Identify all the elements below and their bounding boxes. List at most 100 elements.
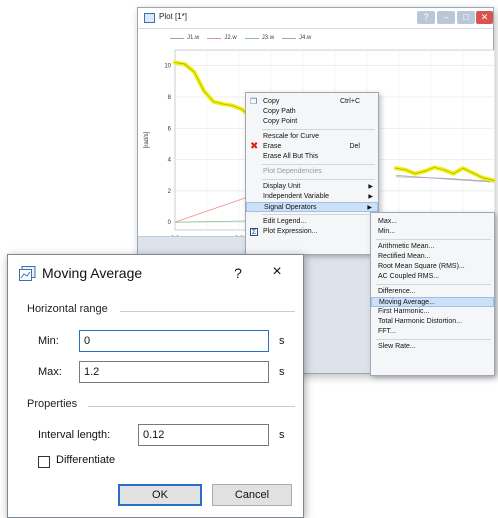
menu-item-plot-expression[interactable]: Plot Expression... Σ <box>246 227 378 237</box>
menu-item-rectified-mean[interactable]: Rectified Mean... <box>371 252 494 262</box>
max-input[interactable]: 1.2 <box>79 361 269 383</box>
min-unit: s <box>279 335 285 347</box>
menu-item-copy[interactable]: Copy Ctrl+C ❐ <box>246 97 378 107</box>
menu-item-slew-rate[interactable]: Slew Rate... <box>371 342 494 352</box>
properties-group-label: Properties <box>27 398 82 410</box>
plot-title: Plot [1*] <box>159 12 188 21</box>
y-tick-label: 2 <box>168 189 172 195</box>
menu-item-erase-all-but-this[interactable]: Erase All But This <box>246 152 378 162</box>
menu-item-independent-variable[interactable]: Independent Variable ▶ <box>246 192 378 202</box>
menu-item-total-harmonic-distortion[interactable]: Total Harmonic Distortion... <box>371 317 494 327</box>
menu-item-label: AC Coupled RMS... <box>378 273 440 280</box>
chevron-right-icon: ▶ <box>368 194 373 200</box>
ok-button[interactable]: OK <box>118 484 202 506</box>
legend-swatch <box>207 37 222 39</box>
menu-item-erase[interactable]: Erase Del ✖ <box>246 142 378 152</box>
copy-icon: ❐ <box>250 97 258 106</box>
menu-item-label: Arithmetic Mean... <box>378 243 435 250</box>
y-tick-label: 8 <box>168 95 172 101</box>
menu-item-label: Plot Expression... <box>263 228 318 235</box>
legend-item[interactable]: J4.w <box>282 35 311 41</box>
menu-item-signal-operators[interactable]: Signal Operators ▶ <box>246 202 378 212</box>
menu-item-max[interactable]: Max... <box>371 217 494 227</box>
min-label: Min: <box>38 335 59 347</box>
legend-swatch <box>170 37 184 39</box>
menu-item-label: Edit Legend... <box>263 218 307 225</box>
close-button[interactable]: ✕ <box>476 11 493 24</box>
plot-window-icon <box>144 13 155 23</box>
menu-item-label: Copy Path <box>263 108 296 115</box>
menu-item-edit-legend[interactable]: Edit Legend... <box>246 217 378 227</box>
y-tick-label: 6 <box>168 126 172 132</box>
menu-item-shortcut: Del <box>349 143 360 150</box>
menu-separator <box>376 239 491 240</box>
menu-separator <box>376 284 491 285</box>
legend-item[interactable]: J2.w <box>207 35 237 41</box>
menu-item-label: Rescale for Curve <box>263 133 320 140</box>
menu-item-plot-dependencies: Plot Dependencies <box>246 167 378 177</box>
menu-item-label: Copy Point <box>263 118 298 125</box>
chevron-right-icon: ▶ <box>368 184 373 190</box>
differentiate-label[interactable]: Differentiate <box>56 454 115 466</box>
menu-separator <box>262 179 375 180</box>
menu-item-label: Root Mean Square (RMS)... <box>378 263 465 270</box>
legend-label: J4.w <box>299 35 312 41</box>
legend-swatch <box>244 37 259 39</box>
legend-label: J1.w <box>187 35 200 41</box>
menu-item-label: Difference... <box>378 288 416 295</box>
interval-length-input[interactable]: 0.12 <box>138 424 269 446</box>
menu-item-label: Erase All But This <box>263 153 319 160</box>
menu-item-copy-path[interactable]: Copy Path <box>246 107 378 117</box>
minimize-button[interactable]: – <box>437 11 455 24</box>
menu-item-fft[interactable]: FFT... <box>371 327 494 337</box>
cancel-button[interactable]: Cancel <box>212 484 292 506</box>
group-divider <box>88 406 295 407</box>
close-button[interactable]: × <box>269 263 285 281</box>
menu-item-first-harmonic[interactable]: First Harmonic... <box>371 307 494 317</box>
horizontal-range-group-label: Horizontal range <box>27 303 112 315</box>
menu-item-label: Copy <box>263 98 280 105</box>
maximize-button[interactable]: □ <box>457 11 475 24</box>
menu-separator <box>262 214 375 215</box>
menu-separator <box>262 164 375 165</box>
menu-item-ac-coupled-rms[interactable]: AC Coupled RMS... <box>371 272 494 282</box>
menu-item-copy-point[interactable]: Copy Point <box>246 117 378 127</box>
menu-item-min[interactable]: Min... <box>371 227 494 237</box>
plot-titlebar[interactable]: Plot [1*] ? – □ ✕ <box>138 8 493 29</box>
legend-item[interactable]: J1.w <box>170 35 199 41</box>
menu-item-label: Display Unit <box>263 183 301 190</box>
menu-separator <box>262 129 375 130</box>
min-input[interactable]: 0 <box>79 330 269 352</box>
menu-item-label: FFT... <box>378 328 396 335</box>
menu-item-arithmetic-mean[interactable]: Arithmetic Mean... <box>371 242 494 252</box>
erase-icon: ✖ <box>250 141 259 152</box>
menu-item-label: Max... <box>378 218 398 225</box>
plot-legend[interactable]: J1.w J2.w J3.w J4.w <box>170 32 311 44</box>
differentiate-checkbox[interactable] <box>38 456 50 468</box>
dialog-title: Moving Average <box>42 265 143 281</box>
menu-item-label: Erase <box>263 143 282 150</box>
legend-swatch <box>282 37 297 39</box>
menu-item-moving-average[interactable]: Moving Average... <box>371 297 494 307</box>
menu-item-rescale-for-curve[interactable]: Rescale for Curve <box>246 132 378 142</box>
menu-item-display-unit[interactable]: Display Unit ▶ <box>246 182 378 192</box>
group-divider <box>120 311 295 312</box>
y-axis-label: [rad/s] <box>144 131 150 148</box>
menu-item-difference[interactable]: Difference... <box>371 287 494 297</box>
plot-window-icon <box>19 266 36 281</box>
y-tick-label: 0 <box>168 220 172 226</box>
menu-item-label: Slew Rate... <box>378 343 416 350</box>
menu-item-label: Rectified Mean... <box>378 253 431 260</box>
menu-item-label: Min... <box>378 228 396 235</box>
y-tick-label: 4 <box>168 158 172 164</box>
help-button[interactable]: ? <box>232 265 244 281</box>
menu-item-label: Total Harmonic Distortion... <box>378 318 463 325</box>
max-unit: s <box>279 366 285 378</box>
menu-item-label: Signal Operators <box>264 204 317 211</box>
help-button[interactable]: ? <box>417 11 435 24</box>
menu-item-root-mean-square-rms[interactable]: Root Mean Square (RMS)... <box>371 262 494 272</box>
sigma-icon: Σ <box>250 228 258 236</box>
legend-item[interactable]: J3.w <box>244 35 274 41</box>
menu-item-label: Moving Average... <box>379 299 435 306</box>
menu-item-label: Plot Dependencies <box>263 168 322 175</box>
